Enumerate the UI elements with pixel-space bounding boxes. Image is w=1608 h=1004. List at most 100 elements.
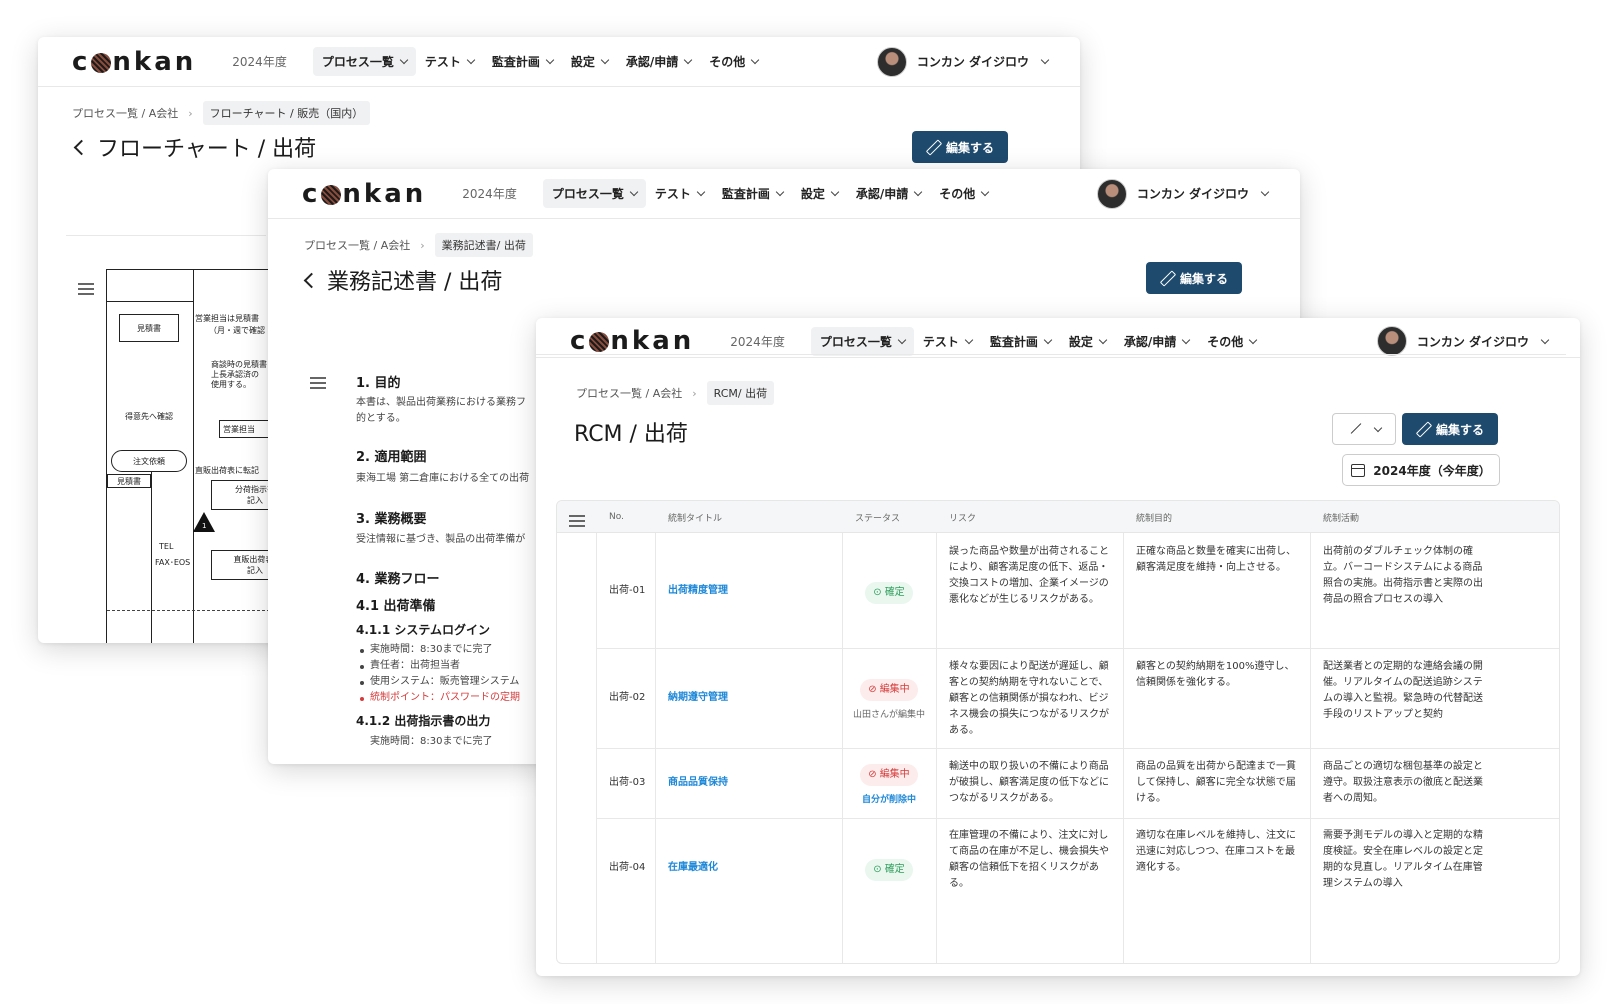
back-arrow-icon[interactable] bbox=[303, 272, 320, 288]
breadcrumb-root[interactable]: プロセス一覧 / A会社 bbox=[576, 385, 682, 401]
control-title-link[interactable]: 出荷精度管理 bbox=[668, 583, 728, 599]
nav-approval[interactable]: 承認/申請 bbox=[617, 47, 700, 76]
status-badge: ⊘ 編集中 bbox=[860, 764, 918, 786]
nav-label: 監査計画 bbox=[491, 55, 540, 69]
lane-divider bbox=[151, 468, 152, 643]
purpose-cell: 正確な商品と数量を確実に出荷し、顧客満足度を維持・向上させる。 bbox=[1136, 546, 1296, 573]
nav-label: プロセス一覧 bbox=[551, 187, 624, 201]
nav-other[interactable]: その他 bbox=[700, 47, 767, 76]
breadcrumb: プロセス一覧 / A会社 › 業務記述書/ 出荷 bbox=[304, 233, 533, 257]
breadcrumb-root[interactable]: プロセス一覧 / A会社 bbox=[72, 105, 178, 121]
note: 商談時の見積書 bbox=[211, 360, 267, 369]
column-header[interactable]: 統制タイトル bbox=[668, 501, 722, 533]
back-arrow-icon[interactable] bbox=[73, 139, 90, 155]
collapse-icon bbox=[1348, 422, 1362, 436]
user-menu[interactable]: コンカン ダイジロウ bbox=[1376, 326, 1550, 356]
box-label: 記入 bbox=[247, 566, 263, 575]
logo-mark-icon bbox=[91, 52, 112, 73]
nav-approval[interactable]: 承認/申請 bbox=[1115, 327, 1198, 356]
nav-label: 監査計画 bbox=[721, 187, 770, 201]
edit-button[interactable]: 編集する bbox=[912, 131, 1008, 163]
section-body: 実施時間：8:30までに完了 bbox=[370, 736, 493, 747]
user-menu[interactable]: コンカン ダイジロウ bbox=[876, 46, 1050, 77]
control-title-link[interactable]: 在庫最適化 bbox=[668, 860, 718, 876]
column-header[interactable]: 統制活動 bbox=[1323, 501, 1359, 533]
row-no: 出荷-01 bbox=[609, 585, 646, 596]
nav-settings[interactable]: 設定 bbox=[792, 179, 847, 208]
hamburger-icon[interactable] bbox=[569, 515, 585, 527]
hamburger-icon[interactable] bbox=[78, 283, 94, 295]
user-name: コンカン ダイジロウ bbox=[1416, 334, 1529, 349]
nav-process-list[interactable]: プロセス一覧 bbox=[810, 326, 914, 356]
logo-mark-icon bbox=[321, 184, 342, 205]
bullet-list: 実施時間：8:30までに完了 責任者：出荷担当者 使用システム：販売管理システム… bbox=[356, 642, 520, 706]
estimate-doc[interactable]: 見積書 bbox=[107, 474, 151, 488]
avatar bbox=[1096, 178, 1127, 209]
breadcrumb-separator-icon: › bbox=[420, 238, 425, 252]
control-title-link[interactable]: 納期遵守管理 bbox=[668, 690, 728, 706]
nav-approval[interactable]: 承認/申請 bbox=[847, 179, 930, 208]
column-header[interactable]: リスク bbox=[949, 501, 976, 533]
nav-label: 設定 bbox=[800, 187, 825, 201]
user-menu[interactable]: コンカン ダイジロウ bbox=[1096, 178, 1270, 209]
status-label: 確定 bbox=[884, 587, 905, 598]
hamburger-icon[interactable] bbox=[310, 377, 326, 389]
note: TEL bbox=[159, 542, 174, 551]
status-note: 山田さんが編集中 bbox=[852, 710, 925, 720]
nav-test[interactable]: テスト bbox=[416, 47, 483, 76]
breadcrumb: プロセス一覧 / A会社 › RCM/ 出荷 bbox=[576, 381, 775, 405]
risk-cell: 在庫管理の不備により、注文に対して商品の在庫が不足し、機会損失や顧客の信頼低下を… bbox=[949, 830, 1109, 889]
chevron-down-icon bbox=[1260, 187, 1270, 197]
column-header[interactable]: ステータス bbox=[855, 501, 900, 533]
nav-other[interactable]: その他 bbox=[1198, 327, 1265, 356]
nav-other[interactable]: その他 bbox=[930, 179, 997, 208]
edit-label: 編集する bbox=[1179, 271, 1228, 286]
nav-audit-plan[interactable]: 監査計画 bbox=[713, 179, 792, 208]
box-label: 記入 bbox=[247, 496, 263, 505]
nav-settings[interactable]: 設定 bbox=[562, 47, 617, 76]
divider bbox=[536, 354, 1566, 355]
column-header[interactable]: No. bbox=[609, 501, 624, 533]
edit-button[interactable]: 編集する bbox=[1146, 262, 1242, 294]
fiscal-year: 2024年度 bbox=[462, 187, 517, 201]
nav-label: 承認/申請 bbox=[1123, 334, 1177, 349]
estimate-doc[interactable]: 見積書 bbox=[119, 314, 179, 342]
section-heading: 4.1.2 出荷指示書の出力 bbox=[356, 714, 491, 728]
breadcrumb-root[interactable]: プロセス一覧 / A会社 bbox=[304, 237, 410, 253]
nav-test[interactable]: テスト bbox=[646, 179, 713, 208]
nav-label: その他 bbox=[709, 55, 746, 69]
page-title-text: フローチャート / 出荷 bbox=[97, 137, 317, 162]
logo-mark-icon bbox=[589, 332, 610, 352]
logo[interactable]: c nkan bbox=[570, 326, 694, 356]
order-terminal[interactable]: 注文依頼 bbox=[111, 450, 187, 472]
calendar-icon bbox=[1351, 463, 1366, 477]
nav-settings[interactable]: 設定 bbox=[1060, 327, 1115, 356]
flag-number: 1 bbox=[202, 522, 207, 530]
chevron-down-icon bbox=[830, 187, 840, 197]
rcm-window: c nkan 2024年度 プロセス一覧 テスト 監査計画 設定 承認/申請 その… bbox=[536, 318, 1580, 976]
nav-audit-plan[interactable]: 監査計画 bbox=[981, 327, 1060, 356]
status-label: 編集中 bbox=[879, 769, 910, 780]
note: 直販出荷表に転記 bbox=[195, 466, 259, 475]
column-header[interactable]: 統制目的 bbox=[1136, 501, 1172, 533]
status-cell: ⊘ 編集中 自分が削除中 bbox=[843, 764, 935, 808]
edit-button[interactable]: 編集する bbox=[1402, 413, 1498, 445]
nav-process-list[interactable]: プロセス一覧 bbox=[542, 179, 646, 208]
logo[interactable]: c nkan bbox=[302, 179, 426, 209]
row-no: 出荷-02 bbox=[609, 692, 646, 703]
year-selector[interactable]: 2024年度（今年度） bbox=[1342, 454, 1500, 486]
fiscal-year: 2024年度 bbox=[730, 334, 785, 349]
main-nav: プロセス一覧 テスト 監査計画 設定 承認/申請 その他 bbox=[542, 179, 997, 208]
status-badge: ⊙ 確定 bbox=[865, 582, 913, 604]
chevron-down-icon bbox=[964, 335, 974, 344]
status-label: 編集中 bbox=[879, 684, 910, 695]
status-cell: ⊘ 編集中 山田さんが編集中 bbox=[843, 679, 935, 723]
nav-audit-plan[interactable]: 監査計画 bbox=[483, 47, 562, 76]
collapse-toggle[interactable] bbox=[1332, 413, 1396, 445]
status-note[interactable]: 自分が削除中 bbox=[862, 792, 916, 808]
control-title-link[interactable]: 商品品質保持 bbox=[668, 775, 728, 791]
logo[interactable]: c nkan bbox=[72, 47, 196, 77]
chevron-down-icon bbox=[1182, 335, 1191, 344]
nav-test[interactable]: テスト bbox=[914, 327, 981, 356]
nav-process-list[interactable]: プロセス一覧 bbox=[312, 47, 416, 76]
